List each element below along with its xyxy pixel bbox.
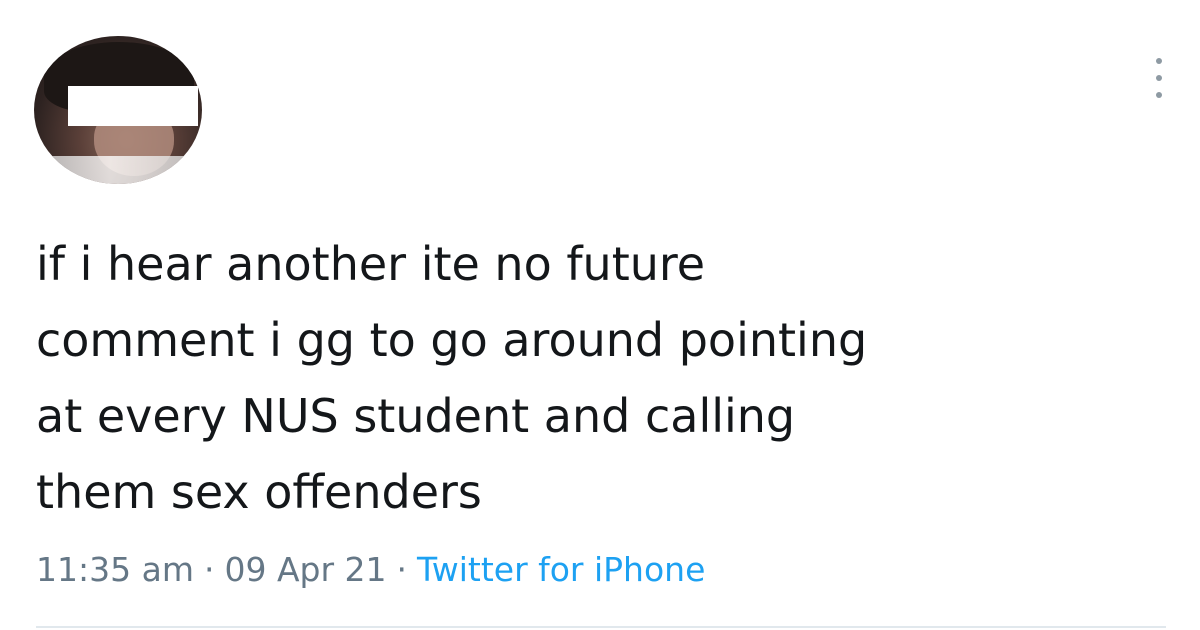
tweet-time[interactable]: 11:35 am: [36, 550, 194, 589]
tweet-card: if i hear another ite no future comment …: [0, 0, 1200, 630]
censor-bar: [68, 86, 198, 126]
tweet-text-line: at every NUS student and calling: [36, 389, 796, 443]
more-dot: [1156, 75, 1162, 81]
more-vertical-icon[interactable]: [1149, 58, 1169, 98]
tweet-text-line: them sex offenders: [36, 465, 482, 519]
more-dot: [1156, 92, 1162, 98]
tweet-text: if i hear another ite no future comment …: [36, 226, 1166, 530]
divider: [36, 626, 1166, 628]
tweet-date[interactable]: 09 Apr 21: [224, 550, 386, 589]
meta-separator: ·: [203, 550, 215, 589]
meta-separator: ·: [396, 550, 408, 589]
avatar-collar: [34, 156, 202, 184]
more-dot: [1156, 58, 1162, 64]
tweet-meta: 11:35 am · 09 Apr 21 · Twitter for iPhone: [36, 548, 705, 592]
tweet-text-line: if i hear another ite no future: [36, 237, 706, 291]
tweet-text-line: comment i gg to go around pointing: [36, 313, 868, 367]
tweet-source-link[interactable]: Twitter for iPhone: [417, 550, 705, 589]
